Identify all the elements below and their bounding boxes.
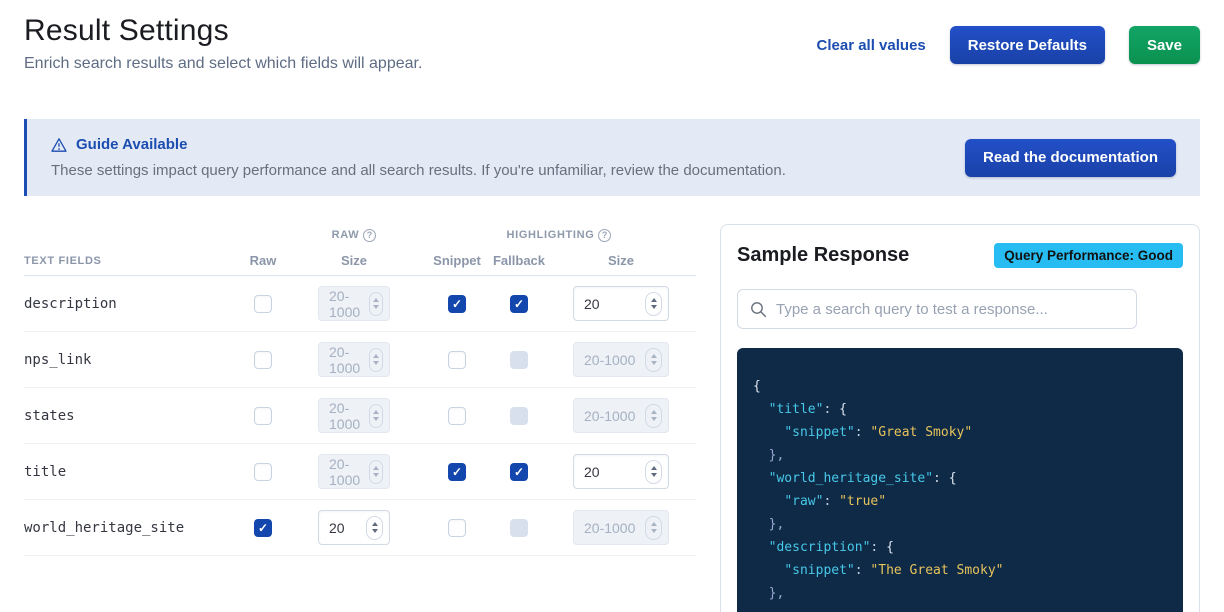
raw-checkbox[interactable] bbox=[254, 351, 272, 369]
column-snippet: Snippet bbox=[422, 253, 492, 268]
number-stepper-icon[interactable] bbox=[369, 292, 383, 316]
fields-table-body: description 20-1000 ✓ ✓ 20 nps_link 20-1… bbox=[24, 276, 696, 556]
raw-help-icon[interactable]: ? bbox=[363, 229, 376, 242]
column-raw: Raw bbox=[240, 253, 286, 268]
column-text-fields: TEXT FIELDS bbox=[24, 255, 240, 267]
snippet-checkbox[interactable] bbox=[448, 519, 466, 537]
fallback-checkbox[interactable] bbox=[510, 519, 528, 537]
raw-size-input[interactable]: 20-1000 bbox=[318, 286, 390, 321]
warning-icon bbox=[51, 137, 67, 153]
highlight-size-input[interactable]: 20-1000 bbox=[573, 398, 669, 433]
field-name: world_heritage_site bbox=[24, 520, 240, 536]
guide-callout-body: These settings impact query performance … bbox=[51, 162, 786, 179]
highlight-size-input[interactable]: 20 bbox=[573, 286, 669, 321]
sample-response-panel: Sample Response Query Performance: Good … bbox=[720, 224, 1200, 612]
table-column-header-row: TEXT FIELDS Raw Size Snippet Fallback Si… bbox=[24, 246, 696, 276]
page-header-text: Result Settings Enrich search results an… bbox=[24, 14, 422, 73]
field-name: nps_link bbox=[24, 352, 240, 368]
result-settings-page: Result Settings Enrich search results an… bbox=[0, 0, 1224, 612]
field-name: description bbox=[24, 296, 240, 312]
raw-size-input[interactable]: 20-1000 bbox=[318, 342, 390, 377]
raw-size-input[interactable]: 20 bbox=[318, 510, 390, 545]
snippet-checkbox[interactable]: ✓ bbox=[448, 463, 466, 481]
column-fallback: Fallback bbox=[492, 253, 546, 268]
guide-callout: Guide Available These settings impact qu… bbox=[24, 119, 1200, 196]
table-row: states 20-1000 20-1000 bbox=[24, 388, 696, 444]
save-button[interactable]: Save bbox=[1129, 26, 1200, 64]
number-stepper-icon[interactable] bbox=[645, 516, 662, 540]
table-group-header-row: RAW ? HIGHLIGHTING ? bbox=[24, 224, 696, 246]
number-stepper-icon[interactable] bbox=[645, 460, 662, 484]
clear-all-values-link[interactable]: Clear all values bbox=[817, 37, 926, 54]
sample-query-placeholder: Type a search query to test a response..… bbox=[776, 301, 1048, 318]
field-name: states bbox=[24, 408, 240, 424]
main-content: RAW ? HIGHLIGHTING ? TEXT FIELDS Raw Siz… bbox=[0, 224, 1224, 612]
read-documentation-button[interactable]: Read the documentation bbox=[965, 139, 1176, 177]
sample-query-input[interactable]: Type a search query to test a response..… bbox=[737, 289, 1137, 329]
raw-size-input[interactable]: 20-1000 bbox=[318, 454, 390, 489]
highlight-size-input[interactable]: 20-1000 bbox=[573, 510, 669, 545]
snippet-checkbox[interactable]: ✓ bbox=[448, 295, 466, 313]
snippet-checkbox[interactable] bbox=[448, 351, 466, 369]
search-icon bbox=[750, 301, 767, 318]
header-actions: Clear all values Restore Defaults Save bbox=[817, 26, 1200, 64]
highlighting-group-header: HIGHLIGHTING ? bbox=[422, 229, 696, 242]
raw-size-input[interactable]: 20-1000 bbox=[318, 398, 390, 433]
number-stepper-icon[interactable] bbox=[369, 348, 383, 372]
number-stepper-icon[interactable] bbox=[369, 404, 383, 428]
snippet-checkbox[interactable] bbox=[448, 407, 466, 425]
page-subtitle: Enrich search results and select which f… bbox=[24, 55, 422, 73]
number-stepper-icon[interactable] bbox=[645, 292, 662, 316]
number-stepper-icon[interactable] bbox=[645, 348, 662, 372]
number-stepper-icon[interactable] bbox=[369, 460, 383, 484]
raw-checkbox[interactable] bbox=[254, 463, 272, 481]
table-row: world_heritage_site ✓ 20 20-1000 bbox=[24, 500, 696, 556]
number-stepper-icon[interactable] bbox=[645, 404, 662, 428]
raw-group-label: RAW bbox=[332, 229, 360, 241]
fallback-checkbox[interactable] bbox=[510, 351, 528, 369]
column-raw-size: Size bbox=[286, 253, 422, 268]
column-highlight-size: Size bbox=[546, 253, 696, 268]
fallback-checkbox[interactable] bbox=[510, 407, 528, 425]
table-row: description 20-1000 ✓ ✓ 20 bbox=[24, 276, 696, 332]
restore-defaults-button[interactable]: Restore Defaults bbox=[950, 26, 1105, 64]
guide-callout-text: Guide Available These settings impact qu… bbox=[51, 136, 786, 179]
highlight-size-input[interactable]: 20-1000 bbox=[573, 342, 669, 377]
text-fields-table: RAW ? HIGHLIGHTING ? TEXT FIELDS Raw Siz… bbox=[24, 224, 696, 556]
raw-checkbox[interactable] bbox=[254, 295, 272, 313]
page-title: Result Settings bbox=[24, 14, 422, 48]
guide-callout-title: Guide Available bbox=[76, 136, 187, 153]
field-name: title bbox=[24, 464, 240, 480]
code-block: { "title": { "snippet": "Great Smoky" },… bbox=[737, 348, 1183, 612]
highlighting-group-label: HIGHLIGHTING bbox=[507, 229, 595, 241]
page-header: Result Settings Enrich search results an… bbox=[0, 0, 1224, 73]
highlight-size-input[interactable]: 20 bbox=[573, 454, 669, 489]
highlighting-help-icon[interactable]: ? bbox=[598, 229, 611, 242]
table-row: title 20-1000 ✓ ✓ 20 bbox=[24, 444, 696, 500]
fallback-checkbox[interactable]: ✓ bbox=[510, 463, 528, 481]
query-performance-badge: Query Performance: Good bbox=[994, 243, 1183, 268]
raw-checkbox[interactable] bbox=[254, 407, 272, 425]
raw-checkbox[interactable]: ✓ bbox=[254, 519, 272, 537]
sample-response-title: Sample Response bbox=[737, 244, 909, 267]
number-stepper-icon[interactable] bbox=[366, 516, 383, 540]
raw-group-header: RAW ? bbox=[286, 229, 422, 242]
table-row: nps_link 20-1000 20-1000 bbox=[24, 332, 696, 388]
fallback-checkbox[interactable]: ✓ bbox=[510, 295, 528, 313]
